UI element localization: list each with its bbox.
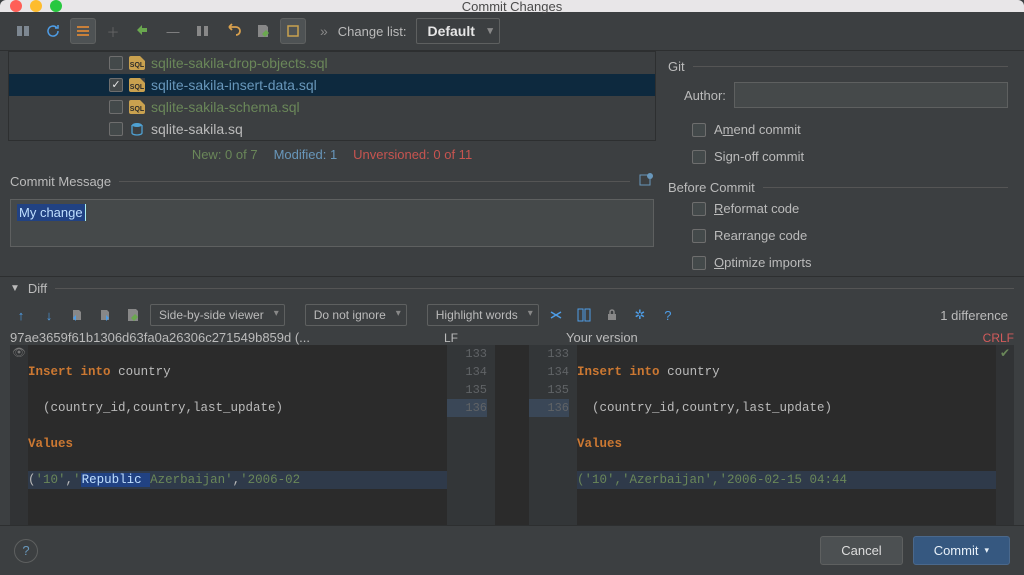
whitespace-select[interactable]: Do not ignore <box>305 304 407 326</box>
file-tree[interactable]: SQL sqlite-sakila-drop-objects.sql SQL s… <box>8 51 656 141</box>
expand-icon[interactable]: ＋ <box>100 18 126 44</box>
next-diff-icon[interactable]: ↓ <box>38 304 60 326</box>
changes-summary: New: 0 of 7 Modified: 1 Unversioned: 0 o… <box>0 141 664 168</box>
commit-button[interactable]: Commit <box>913 536 1010 565</box>
left-eol-label: LF <box>436 331 458 345</box>
refresh-icon[interactable] <box>40 18 66 44</box>
checkbox[interactable] <box>692 150 706 164</box>
file-row[interactable]: SQL sqlite-sakila-insert-data.sql <box>9 74 655 96</box>
collapse-unchanged-icon[interactable] <box>545 304 567 326</box>
show-diff-icon[interactable] <box>10 18 36 44</box>
move-to-changelist-icon[interactable] <box>190 18 216 44</box>
option-label: Rearrange code <box>714 228 807 243</box>
optimize-imports-option[interactable]: Optimize imports <box>668 249 1008 276</box>
option-label: Optimize imports <box>714 255 812 270</box>
collapse-icon[interactable]: ▼ <box>10 283 20 294</box>
compare-next-file-icon[interactable] <box>94 304 116 326</box>
window-title: Commit Changes <box>0 0 1024 14</box>
diff-toolbar: ↑ ↓ Side-by-side viewer Do not ignore Hi… <box>0 300 1024 330</box>
commit-message-text: My change <box>17 204 86 221</box>
checkbox[interactable] <box>692 123 706 137</box>
file-name: sqlite-sakila-insert-data.sql <box>151 77 317 93</box>
option-label: Sign-off commit <box>714 149 804 164</box>
checkbox[interactable] <box>692 229 706 243</box>
right-eol-label: CRLF <box>975 331 1014 345</box>
database-file-icon <box>129 121 145 137</box>
help-icon[interactable]: ? <box>657 304 679 326</box>
visibility-icon[interactable]: 👁 <box>10 345 28 363</box>
right-revision-label: Your version <box>566 330 975 345</box>
git-section-header: Git <box>668 59 1008 74</box>
diff-count: 1 difference <box>940 308 1014 323</box>
edit-icon[interactable] <box>122 304 144 326</box>
compare-prev-file-icon[interactable] <box>66 304 88 326</box>
status-new: New: 0 of 7 <box>192 147 258 162</box>
validation-ok-icon: ✔ <box>996 345 1014 363</box>
commit-toolbar: ＋ — » Change list: Default <box>0 12 1024 51</box>
commit-message-header: Commit Message <box>0 168 664 195</box>
status-unversioned: Unversioned: 0 of 11 <box>353 147 472 162</box>
reformat-code-option[interactable]: Reformat code <box>668 195 1008 222</box>
file-checkbox[interactable] <box>109 56 123 70</box>
amend-commit-option[interactable]: Amend commit <box>668 116 1008 143</box>
vcs-options-panel: Git Author: Amend commit Sign-off commit… <box>664 51 1024 276</box>
before-commit-header: Before Commit <box>668 180 1008 195</box>
help-button[interactable]: ? <box>14 539 38 563</box>
author-row: Author: <box>668 74 1008 116</box>
commit-message-input[interactable]: My change <box>10 199 654 247</box>
file-name: sqlite-sakila-schema.sql <box>151 99 300 115</box>
file-row[interactable]: SQL sqlite-sakila-schema.sql <box>9 96 655 118</box>
group-by-directory-icon[interactable] <box>70 18 96 44</box>
prev-diff-icon[interactable]: ↑ <box>10 304 32 326</box>
edit-source-icon[interactable] <box>250 18 276 44</box>
file-row[interactable]: SQL sqlite-sakila-drop-objects.sql <box>9 52 655 74</box>
highlight-select[interactable]: Highlight words <box>427 304 539 326</box>
checkbox[interactable] <box>692 202 706 216</box>
left-revision-label: 97ae3659f61b1306d63fa0a26306c271549b859d… <box>10 330 436 345</box>
sql-file-icon: SQL <box>129 77 145 93</box>
right-line-numbers: 133134135136 <box>529 345 577 525</box>
settings-icon[interactable]: ✲ <box>629 304 651 326</box>
sql-file-icon: SQL <box>129 99 145 115</box>
option-label: Reformat code <box>714 201 799 216</box>
changelist-label: Change list: <box>338 24 407 39</box>
option-label: Amend commit <box>714 122 801 137</box>
file-checkbox[interactable] <box>109 122 123 136</box>
diff-header[interactable]: ▼ Diff <box>0 277 1024 300</box>
left-line-numbers: 133134135136 <box>447 345 495 525</box>
file-row[interactable]: sqlite-sakila.sq <box>9 118 655 140</box>
cancel-button[interactable]: Cancel <box>820 536 902 565</box>
file-name: sqlite-sakila-drop-objects.sql <box>151 55 328 71</box>
checkbox[interactable] <box>692 256 706 270</box>
toggle-details-icon[interactable] <box>280 18 306 44</box>
file-checkbox[interactable] <box>109 100 123 114</box>
left-code-pane[interactable]: Insert into country (country_id,country,… <box>28 345 447 525</box>
viewer-mode-select[interactable]: Side-by-side viewer <box>150 304 285 326</box>
rollback-icon[interactable] <box>130 18 156 44</box>
lock-icon[interactable] <box>601 304 623 326</box>
author-label: Author: <box>684 88 726 103</box>
dialog-buttons: ? Cancel Commit <box>0 525 1024 575</box>
file-checkbox[interactable] <box>109 78 123 92</box>
signoff-commit-option[interactable]: Sign-off commit <box>668 143 1008 170</box>
sync-scroll-icon[interactable] <box>573 304 595 326</box>
rearrange-code-option[interactable]: Rearrange code <box>668 222 1008 249</box>
history-icon[interactable] <box>638 172 654 191</box>
file-name: sqlite-sakila.sq <box>151 121 243 137</box>
titlebar: Commit Changes <box>0 0 1024 12</box>
diff-connector <box>495 345 529 525</box>
changelist-select[interactable]: Default <box>416 18 499 44</box>
author-input[interactable] <box>734 82 1008 108</box>
status-modified: Modified: 1 <box>274 147 338 162</box>
undo-icon[interactable] <box>220 18 246 44</box>
remove-icon[interactable]: — <box>160 18 186 44</box>
sql-file-icon: SQL <box>129 55 145 71</box>
overflow-icon[interactable]: » <box>320 23 328 39</box>
right-code-pane[interactable]: Insert into country (country_id,country,… <box>577 345 996 525</box>
